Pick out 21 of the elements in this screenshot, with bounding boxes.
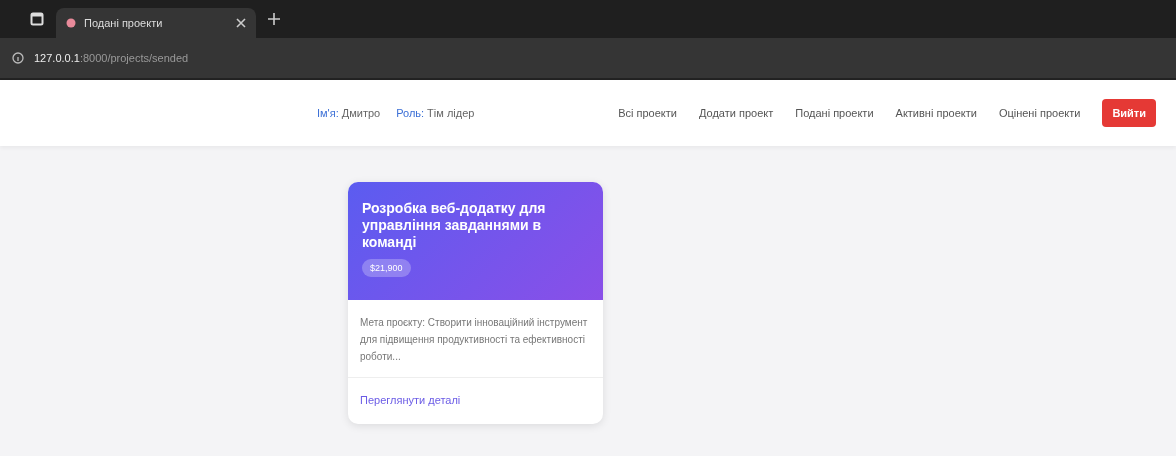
new-tab-icon[interactable] [268, 13, 280, 25]
role-name: Тім лідер [427, 107, 475, 119]
nav-link[interactable]: Подані проекти [795, 107, 874, 119]
user-label: Ім'я: [317, 107, 339, 119]
project-title: Розробка веб-додатку для управління завданнями в команді [362, 200, 547, 251]
project-description: Мета проєкту: Створити інноваційний інструмент для підвищення продуктивності та ефективності роботи... [359, 316, 589, 364]
close-icon[interactable] [236, 18, 246, 28]
logout-button[interactable]: Вийти [1102, 99, 1156, 127]
role-label: Роль: [396, 107, 425, 119]
favicon-icon [66, 18, 76, 28]
address-field[interactable]: 127.0.0.1:8000/projects/sended [34, 52, 189, 64]
window-icon[interactable] [30, 12, 44, 26]
nav-link[interactable]: Додати проект [698, 107, 774, 119]
user-name: Дмитро [341, 107, 381, 119]
nav-link[interactable]: Всі проекти [618, 107, 677, 119]
nav-link[interactable]: Оцінені проекти [998, 107, 1081, 119]
details-link[interactable]: Переглянути деталі [360, 394, 461, 406]
info-icon[interactable] [12, 52, 24, 64]
nav-link[interactable]: Активні проекти [895, 107, 977, 119]
budget-badge: $21,900 [362, 259, 411, 277]
browser-tab[interactable]: Подані проекти [56, 8, 256, 38]
